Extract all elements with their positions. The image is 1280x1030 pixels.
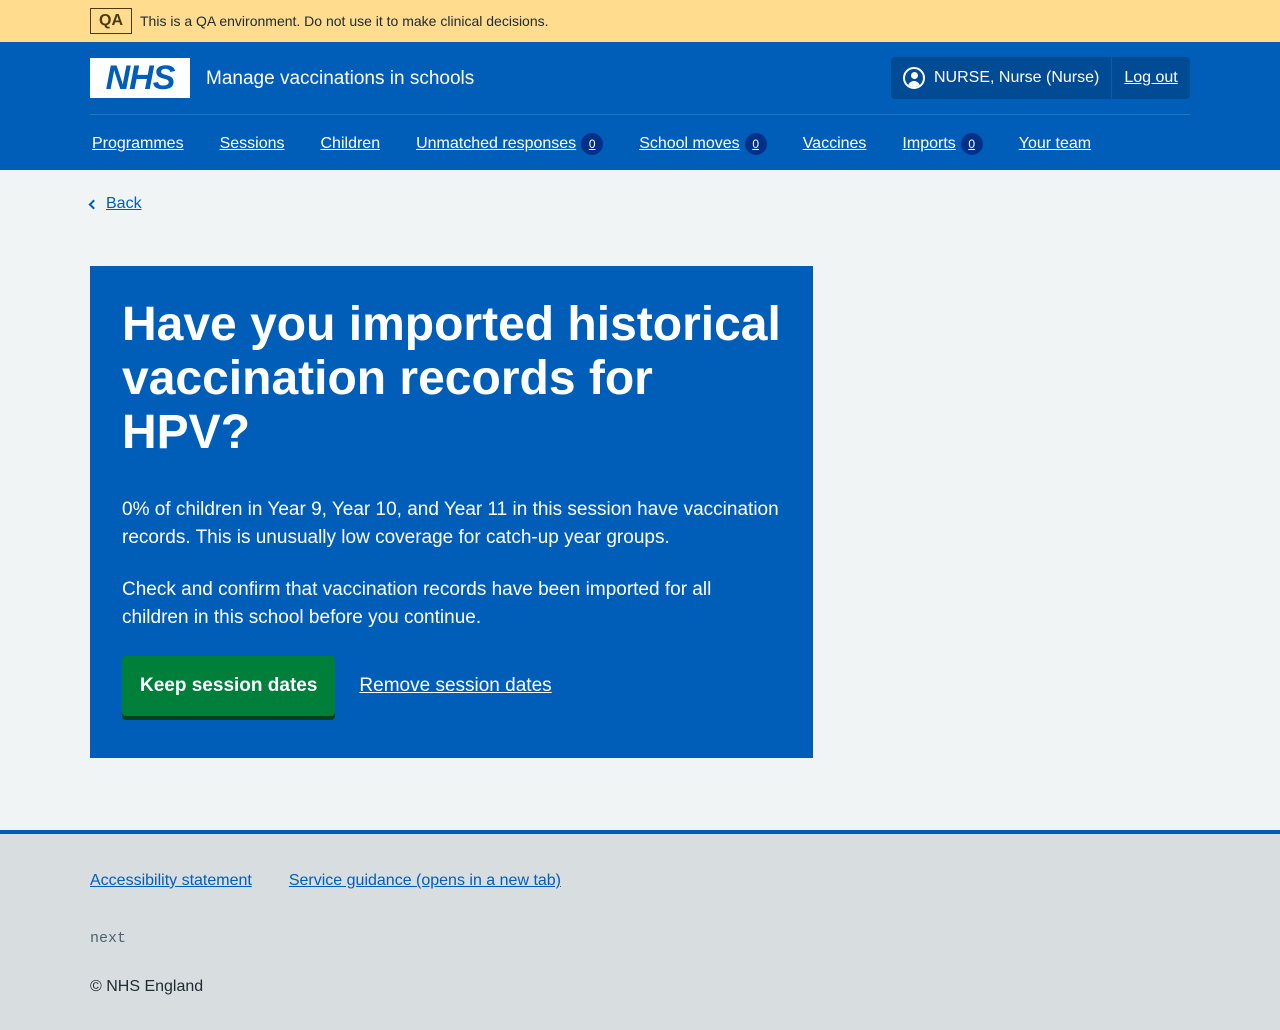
nav-item-label: Sessions [219,134,285,152]
qa-tag: QA [90,8,132,34]
keep-session-dates-button[interactable]: Keep session dates [122,656,336,716]
site-footer: Accessibility statement Service guidance… [0,830,1280,1030]
nav-item-sessions[interactable]: Sessions [220,135,285,153]
service-guidance-link[interactable]: Service guidance (opens in a new tab) [289,872,561,890]
nav-item-imports[interactable]: Imports 0 [902,132,983,155]
logout-link[interactable]: Log out [1112,57,1189,99]
nhs-logo[interactable]: NHS [90,58,190,98]
import-check-panel: Have you imported historical vaccination… [90,266,813,758]
nav-item-label: Imports [902,134,956,152]
count-badge: 0 [581,132,604,155]
count-badge: 0 [744,132,767,155]
nav-item-label: Children [320,134,381,152]
site-header: NHS Manage vaccinations in schools NURSE… [0,42,1280,170]
coverage-paragraph: 0% of children in Year 9, Year 10, and Y… [122,499,779,548]
copyright: © NHS England [90,978,204,995]
page-title: Have you imported historical vaccination… [122,298,781,459]
primary-navigation: Programmes Sessions Children Unmatched r… [90,114,1190,170]
back-link[interactable]: Back [88,195,142,213]
nav-item-label: Your team [1018,134,1092,152]
qa-message: This is a QA environment. Do not use it … [140,13,549,29]
nav-item-programmes[interactable]: Programmes [92,135,184,153]
nav-item-vaccines[interactable]: Vaccines [803,135,867,153]
instruction-paragraph: Check and confirm that vaccination recor… [122,579,712,628]
nav-item-children[interactable]: Children [321,135,381,153]
nav-item-school-moves[interactable]: School moves 0 [639,132,767,155]
nav-item-unmatched-responses[interactable]: Unmatched responses 0 [416,132,604,155]
version-label: next [90,930,127,947]
nav-item-label: Vaccines [802,134,867,152]
remove-session-dates-link[interactable]: Remove session dates [359,675,551,697]
qa-environment-banner: QA This is a QA environment. Do not use … [0,0,1280,42]
back-link-label: Back [106,195,142,212]
nav-item-label: Unmatched responses [416,134,577,152]
nav-item-label: Programmes [92,134,184,152]
account-user: NURSE, Nurse (Nurse) [891,57,1113,99]
service-name[interactable]: Manage vaccinations in schools [206,66,474,92]
footer-links: Accessibility statement Service guidance… [90,872,598,890]
chevron-left-icon [88,199,99,210]
user-circle-icon [903,67,925,89]
nav-item-label: School moves [639,134,740,152]
panel-actions: Keep session dates Remove session dates [122,656,781,716]
accessibility-statement-link[interactable]: Accessibility statement [90,872,252,890]
account-menu: NURSE, Nurse (Nurse) Log out [891,57,1190,99]
nhs-logo-text: NHS [105,59,176,97]
count-badge: 0 [960,132,983,155]
account-user-label: NURSE, Nurse (Nurse) [934,69,1100,86]
nav-item-your-team[interactable]: Your team [1019,135,1091,153]
